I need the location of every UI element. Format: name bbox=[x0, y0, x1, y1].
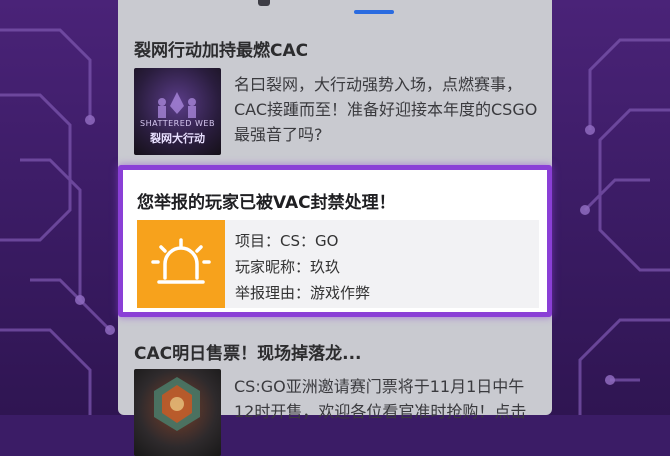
detail-report-reason: 举报理由：游戏作弊 bbox=[235, 284, 371, 302]
notification-details: 项目：CS：GO 玩家昵称：玖玖 举报理由：游戏作弊 bbox=[235, 228, 370, 306]
article-description: 名曰裂网，大行动强势入场，点燃赛事，CAC接踵而至！准备好迎接本年度的CSGO最… bbox=[234, 75, 538, 144]
notification-body: 项目：CS：GO 玩家昵称：玖玖 举报理由：游戏作弊 bbox=[137, 220, 539, 308]
article-item-2[interactable]: CAC明日售票！现场掉落龙... CS:GO亚洲邀请赛门票将于11月1日中午12… bbox=[118, 317, 552, 456]
ban-notification-card[interactable]: 您举报的玩家已被VAC封禁处理！ 项目：CS：GO 玩家昵称：玖玖 举报理由：游… bbox=[118, 165, 552, 317]
detail-game: 项目：CS：GO bbox=[235, 232, 339, 250]
article-item-1[interactable]: 裂网行动加持最燃CAC SHATTERED WEB 裂网大行动 名曰裂网，大行动… bbox=[118, 0, 552, 165]
thumbnail-caption-cn: 裂网大行动 bbox=[150, 132, 205, 145]
article-thumbnail[interactable] bbox=[134, 369, 221, 456]
article-title[interactable]: 裂网行动加持最燃CAC bbox=[134, 36, 308, 61]
alarm-light-icon bbox=[137, 220, 225, 308]
notification-heading: 您举报的玩家已被VAC封禁处理！ bbox=[137, 193, 396, 213]
detail-player-nickname: 玩家昵称：玖玖 bbox=[235, 258, 341, 276]
dragon-crest-icon bbox=[154, 377, 200, 431]
article-description: CS:GO亚洲邀请赛门票将于11月1日中午12时开售，欢迎各位看官准时抢购！点击 bbox=[234, 377, 527, 421]
article-thumbnail[interactable]: SHATTERED WEB 裂网大行动 bbox=[134, 68, 221, 155]
article-title[interactable]: CAC明日售票！现场掉落龙... bbox=[134, 339, 361, 364]
thumbnail-caption-en: SHATTERED WEB bbox=[140, 119, 215, 128]
